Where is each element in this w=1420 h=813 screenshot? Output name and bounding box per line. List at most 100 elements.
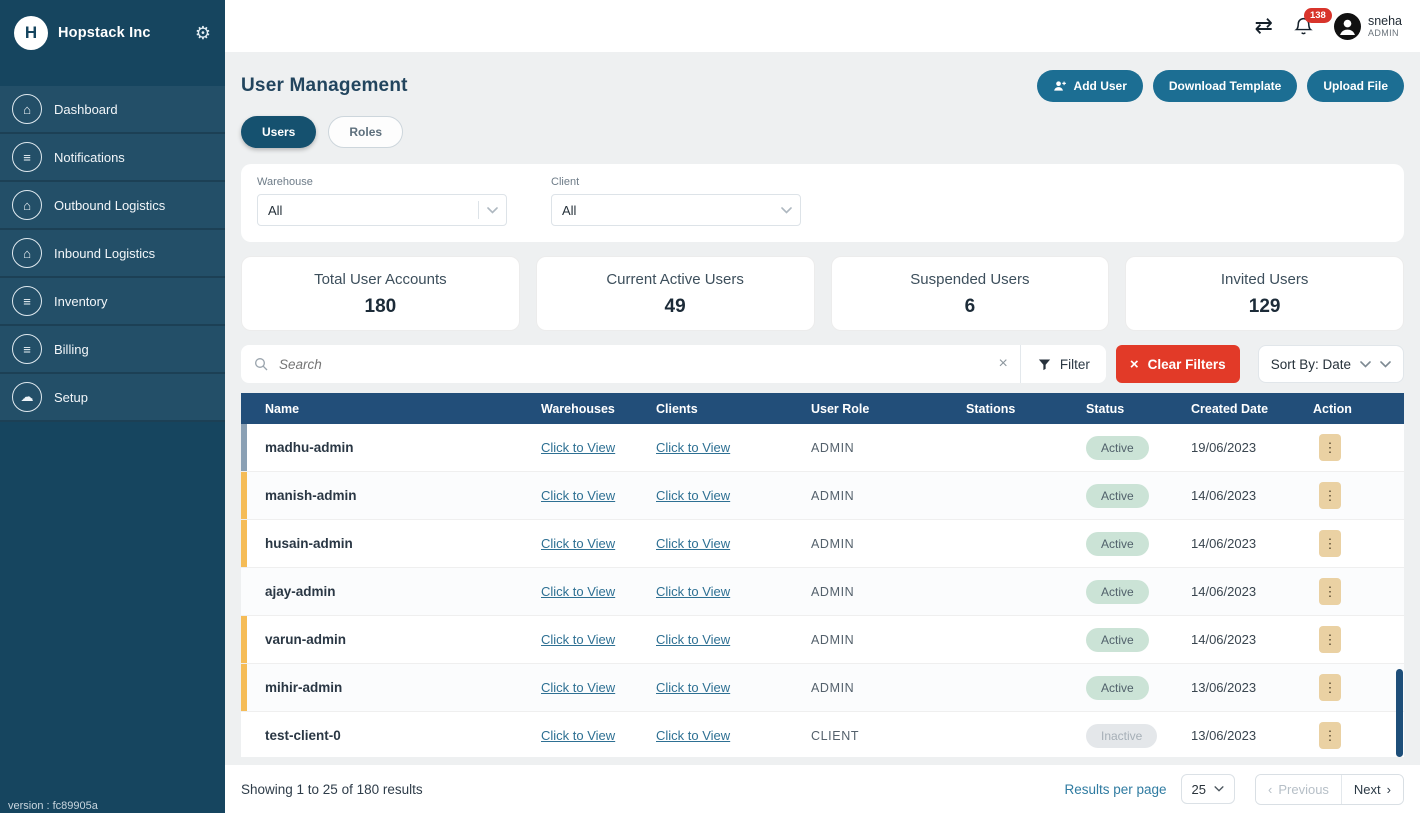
user-role: ADMIN: [811, 681, 966, 695]
row-actions-button[interactable]: ⋮: [1319, 674, 1341, 701]
table-row: varun-admin Click to View Click to View …: [241, 616, 1404, 664]
company-name: Hopstack Inc: [58, 25, 185, 41]
page-title: User Management: [241, 75, 408, 97]
row-accent: [241, 520, 247, 567]
chevron-down-icon: [781, 207, 792, 214]
filter-button[interactable]: Filter: [1020, 345, 1106, 383]
sidebar: H Hopstack Inc ⚙ ⌂ Dashboard ≡ Notificat…: [0, 0, 225, 813]
kebab-icon: ⋮: [1324, 584, 1337, 600]
next-label: Next: [1354, 782, 1381, 797]
warehouses-link[interactable]: Click to View: [541, 728, 615, 743]
avatar: [1334, 13, 1361, 40]
tab-roles[interactable]: Roles: [328, 116, 403, 148]
sidebar-item-label: Inbound Logistics: [54, 246, 155, 261]
row-actions-button[interactable]: ⋮: [1319, 722, 1341, 749]
user-menu[interactable]: sneha ADMIN: [1334, 13, 1402, 40]
sidebar-item-dashboard[interactable]: ⌂ Dashboard: [0, 86, 225, 134]
row-actions-button[interactable]: ⋮: [1319, 434, 1341, 461]
warehouses-link[interactable]: Click to View: [541, 632, 615, 647]
select-divider: [478, 201, 479, 219]
search-input[interactable]: [269, 357, 987, 372]
topbar: ⇄ 138 sneha ADMIN: [225, 0, 1420, 52]
tabs: Users Roles: [241, 116, 1404, 148]
table-row: mihir-admin Click to View Click to View …: [241, 664, 1404, 712]
icon-glyph: ⌂: [23, 198, 31, 213]
results-summary: Showing 1 to 25 of 180 results: [241, 782, 423, 797]
warehouse-select[interactable]: All: [257, 194, 507, 226]
row-actions-button[interactable]: ⋮: [1319, 626, 1341, 653]
row-actions-button[interactable]: ⋮: [1319, 578, 1341, 605]
previous-page-button[interactable]: ‹ Previous: [1256, 775, 1342, 804]
sidebar-item-label: Outbound Logistics: [54, 198, 165, 213]
table-row: husain-admin Click to View Click to View…: [241, 520, 1404, 568]
sidebar-item-inbound-logistics[interactable]: ⌂ Inbound Logistics: [0, 230, 225, 278]
clients-link[interactable]: Click to View: [656, 488, 730, 503]
stat-card: Total User Accounts 180: [241, 256, 520, 331]
tab-users[interactable]: Users: [241, 116, 316, 148]
icon-glyph: ≡: [23, 150, 31, 165]
clients-link[interactable]: Click to View: [656, 680, 730, 695]
page-size-select[interactable]: 25: [1181, 774, 1235, 804]
user-name: varun-admin: [241, 632, 541, 647]
user-role-label: ADMIN: [1368, 28, 1402, 38]
user-name: husain-admin: [241, 536, 541, 551]
created-date: 13/06/2023: [1191, 680, 1313, 695]
clear-filters-button[interactable]: × Clear Filters: [1116, 345, 1240, 383]
kebab-icon: ⋮: [1324, 536, 1337, 552]
page-header: User Management Add User Download Templa…: [241, 70, 1404, 102]
icon-glyph: ⌂: [23, 102, 31, 117]
sidebar-item-billing[interactable]: ≡ Billing: [0, 326, 225, 374]
client-filter-group: Client All: [551, 176, 801, 226]
row-actions-button[interactable]: ⋮: [1319, 530, 1341, 557]
pagination-controls: Results per page 25 ‹ Previous Next ›: [1064, 774, 1404, 805]
sidebar-item-notifications[interactable]: ≡ Notifications: [0, 134, 225, 182]
billing-icon: ≡: [12, 334, 42, 364]
client-select[interactable]: All: [551, 194, 801, 226]
status-badge: Active: [1086, 676, 1149, 700]
sidebar-item-outbound-logistics[interactable]: ⌂ Outbound Logistics: [0, 182, 225, 230]
clients-link[interactable]: Click to View: [656, 632, 730, 647]
kebab-icon: ⋮: [1324, 728, 1337, 744]
add-user-button[interactable]: Add User: [1037, 70, 1143, 102]
warehouses-link[interactable]: Click to View: [541, 488, 615, 503]
filter-button-label: Filter: [1060, 357, 1090, 372]
icon-glyph: ≡: [23, 342, 31, 357]
previous-label: Previous: [1278, 782, 1329, 797]
table-row: test-client-0 Click to View Click to Vie…: [241, 712, 1404, 757]
warehouses-link[interactable]: Click to View: [541, 584, 615, 599]
transfer-arrows-icon[interactable]: ⇄: [1255, 13, 1273, 39]
notifications-button[interactable]: 138: [1293, 16, 1314, 37]
download-template-button[interactable]: Download Template: [1153, 70, 1297, 102]
kebab-icon: ⋮: [1324, 632, 1337, 648]
upload-file-button[interactable]: Upload File: [1307, 70, 1404, 102]
clients-link[interactable]: Click to View: [656, 584, 730, 599]
warehouses-link[interactable]: Click to View: [541, 680, 615, 695]
stat-value: 180: [252, 296, 509, 318]
created-date: 13/06/2023: [1191, 728, 1313, 743]
warehouses-link[interactable]: Click to View: [541, 440, 615, 455]
created-date: 19/06/2023: [1191, 440, 1313, 455]
search-bar: × Filter: [241, 345, 1106, 383]
table-scrollbar[interactable]: [1396, 669, 1403, 757]
clients-link[interactable]: Click to View: [656, 440, 730, 455]
clients-link[interactable]: Click to View: [656, 536, 730, 551]
created-date: 14/06/2023: [1191, 488, 1313, 503]
stat-label: Invited Users: [1136, 271, 1393, 288]
icon-glyph: ≡: [23, 294, 31, 309]
clients-link[interactable]: Click to View: [656, 728, 730, 743]
warehouses-link[interactable]: Click to View: [541, 536, 615, 551]
gear-icon[interactable]: ⚙: [195, 24, 211, 42]
add-user-label: Add User: [1074, 79, 1127, 93]
row-actions-button[interactable]: ⋮: [1319, 482, 1341, 509]
clear-search-icon[interactable]: ×: [987, 355, 1020, 373]
stat-label: Suspended Users: [842, 271, 1099, 288]
pager: ‹ Previous Next ›: [1255, 774, 1404, 805]
sort-by-select[interactable]: Sort By: Date: [1258, 345, 1404, 383]
next-page-button[interactable]: Next ›: [1342, 775, 1403, 804]
user-name-label: sneha: [1368, 14, 1402, 28]
column-header-created-date: Created Date: [1191, 402, 1313, 416]
user-name: mihir-admin: [241, 680, 541, 695]
sidebar-item-setup[interactable]: ☁ Setup: [0, 374, 225, 422]
icon-glyph: ☁: [21, 389, 34, 405]
sidebar-item-inventory[interactable]: ≡ Inventory: [0, 278, 225, 326]
